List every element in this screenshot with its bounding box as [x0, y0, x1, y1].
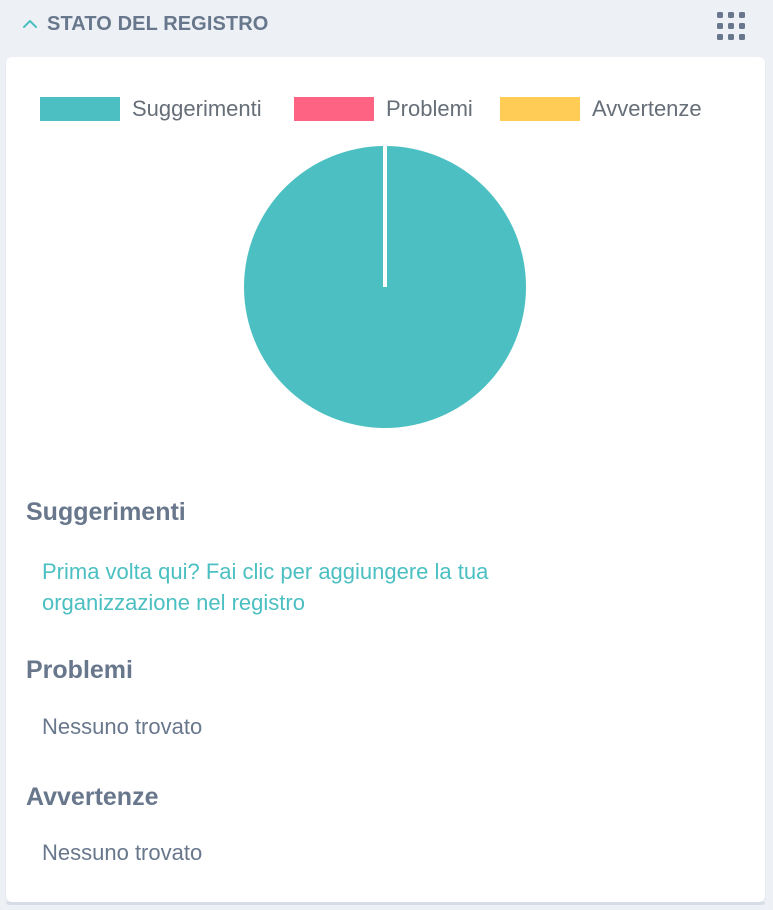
- problems-empty-text: Nessuno trovato: [42, 714, 203, 739]
- legend-item-warnings[interactable]: Avvertenze: [500, 96, 702, 122]
- legend-swatch-warnings: [500, 97, 580, 121]
- pie-chart: [244, 146, 526, 428]
- problems-heading: Problemi: [26, 656, 133, 684]
- suggestions-heading: Suggerimenti: [26, 498, 186, 526]
- legend-swatch-suggestions: [40, 97, 120, 121]
- legend-item-problems[interactable]: Problemi: [294, 96, 473, 122]
- warnings-empty-text: Nessuno trovato: [42, 840, 203, 865]
- add-organization-link[interactable]: Prima volta qui? Fai clic per aggiungere…: [42, 556, 622, 618]
- legend-swatch-problems: [294, 97, 374, 121]
- legend-label-warnings: Avvertenze: [592, 96, 702, 121]
- legend-label-suggestions: Suggerimenti: [132, 96, 262, 121]
- widget-title: STATO DEL REGISTRO: [47, 12, 269, 35]
- card-bottom-border: [6, 902, 765, 905]
- widget-header: STATO DEL REGISTRO: [0, 0, 773, 50]
- chevron-up-icon: [23, 20, 37, 28]
- collapse-toggle[interactable]: STATO DEL REGISTRO: [22, 10, 268, 38]
- legend-label-problems: Problemi: [386, 96, 473, 121]
- registry-status-widget: STATO DEL REGISTRO Suggerimenti Problemi: [0, 0, 773, 910]
- warnings-heading: Avvertenze: [26, 783, 159, 811]
- grid-menu-icon[interactable]: [715, 10, 747, 42]
- legend-item-suggestions[interactable]: Suggerimenti: [40, 96, 262, 122]
